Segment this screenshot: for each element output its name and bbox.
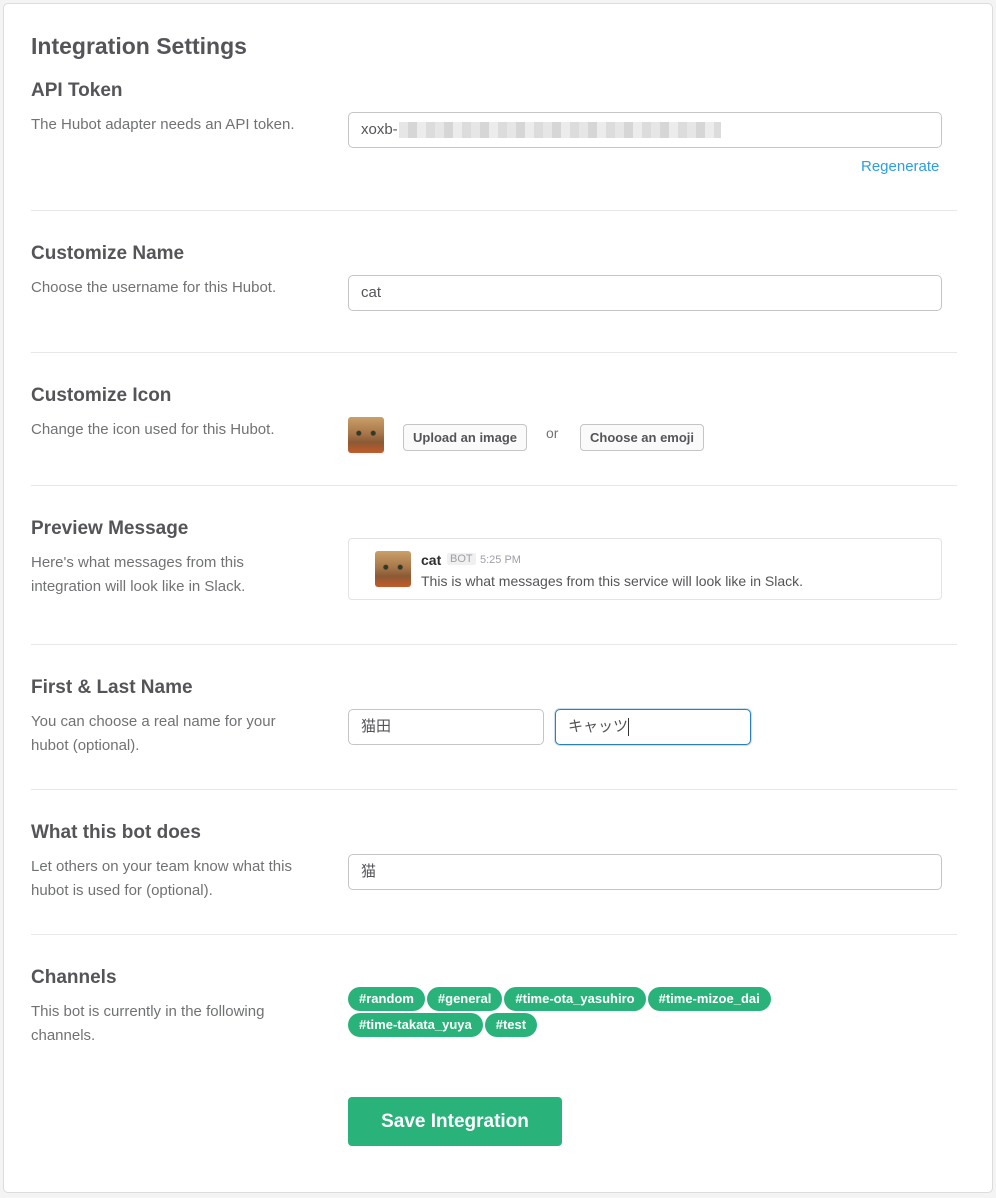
- section-description: This bot is currently in the following c…: [31, 1003, 265, 1044]
- api-token-input[interactable]: xoxb-: [348, 112, 942, 148]
- section-description: Let others on your team know what this h…: [31, 858, 292, 899]
- bot-avatar-icon: [348, 417, 384, 453]
- preview-username: cat: [421, 552, 442, 568]
- last-name-input[interactable]: キャッツ: [555, 709, 751, 745]
- page-title: Integration Settings: [31, 33, 247, 59]
- channel-pill[interactable]: #time-takata_yuya: [348, 1013, 483, 1037]
- section-title: What this bot does: [31, 822, 201, 843]
- divider: [31, 210, 957, 211]
- bot-description-input[interactable]: 猫: [348, 854, 942, 890]
- section-description: You can choose a real name for your hubo…: [31, 713, 276, 754]
- channel-pill[interactable]: #random: [348, 987, 425, 1011]
- preview-text: This is what messages from this service …: [421, 573, 804, 589]
- channel-list: #random #general #time-ota_yasuhiro #time-m…: [348, 987, 828, 1039]
- divider: [31, 789, 957, 790]
- message-preview: cat BOT 5:25 PM This is what messages fr…: [348, 538, 942, 600]
- divider: [31, 485, 957, 486]
- last-name-value: キャッツ: [568, 718, 629, 735]
- section-title: API Token: [31, 80, 123, 101]
- preview-timestamp: 5:25 PM: [480, 554, 521, 566]
- save-integration-button[interactable]: Save Integration: [348, 1097, 562, 1146]
- section-title: Customize Icon: [31, 385, 172, 406]
- username-input[interactable]: cat: [348, 275, 942, 311]
- section-channels: Channels This bot is currently in the fo…: [31, 967, 957, 1067]
- divider: [31, 934, 957, 935]
- or-label: or: [546, 425, 559, 441]
- section-title: First & Last Name: [31, 677, 193, 698]
- section-title: Preview Message: [31, 518, 189, 539]
- divider: [31, 352, 957, 353]
- upload-image-button[interactable]: Upload an image: [403, 424, 528, 451]
- choose-emoji-button[interactable]: Choose an emoji: [580, 424, 705, 451]
- channel-pill[interactable]: #test: [484, 1013, 538, 1037]
- section-title: Customize Name: [31, 243, 185, 264]
- divider: [31, 644, 957, 645]
- first-name-input[interactable]: 猫田: [348, 709, 544, 745]
- bot-badge: BOT: [447, 553, 476, 565]
- token-redacted: [398, 122, 721, 139]
- api-token-prefix: xoxb-: [361, 121, 398, 138]
- channel-pill[interactable]: #general: [426, 987, 503, 1011]
- section-description: Here's what messages from this integrati…: [31, 554, 246, 595]
- section-title: Channels: [31, 967, 117, 988]
- regenerate-link[interactable]: Regenerate: [861, 158, 939, 175]
- section-preview-message: Preview Message Here's what messages fro…: [31, 518, 957, 618]
- preview-avatar-icon: [375, 551, 411, 587]
- channel-pill[interactable]: #time-mizoe_dai: [647, 987, 771, 1011]
- section-description: Choose the username for this Hubot.: [31, 279, 277, 296]
- section-description: Change the icon used for this Hubot.: [31, 421, 275, 438]
- section-description: The Hubot adapter needs an API token.: [31, 116, 295, 133]
- text-caret: [628, 718, 630, 737]
- channel-pill[interactable]: #time-ota_yasuhiro: [504, 987, 646, 1011]
